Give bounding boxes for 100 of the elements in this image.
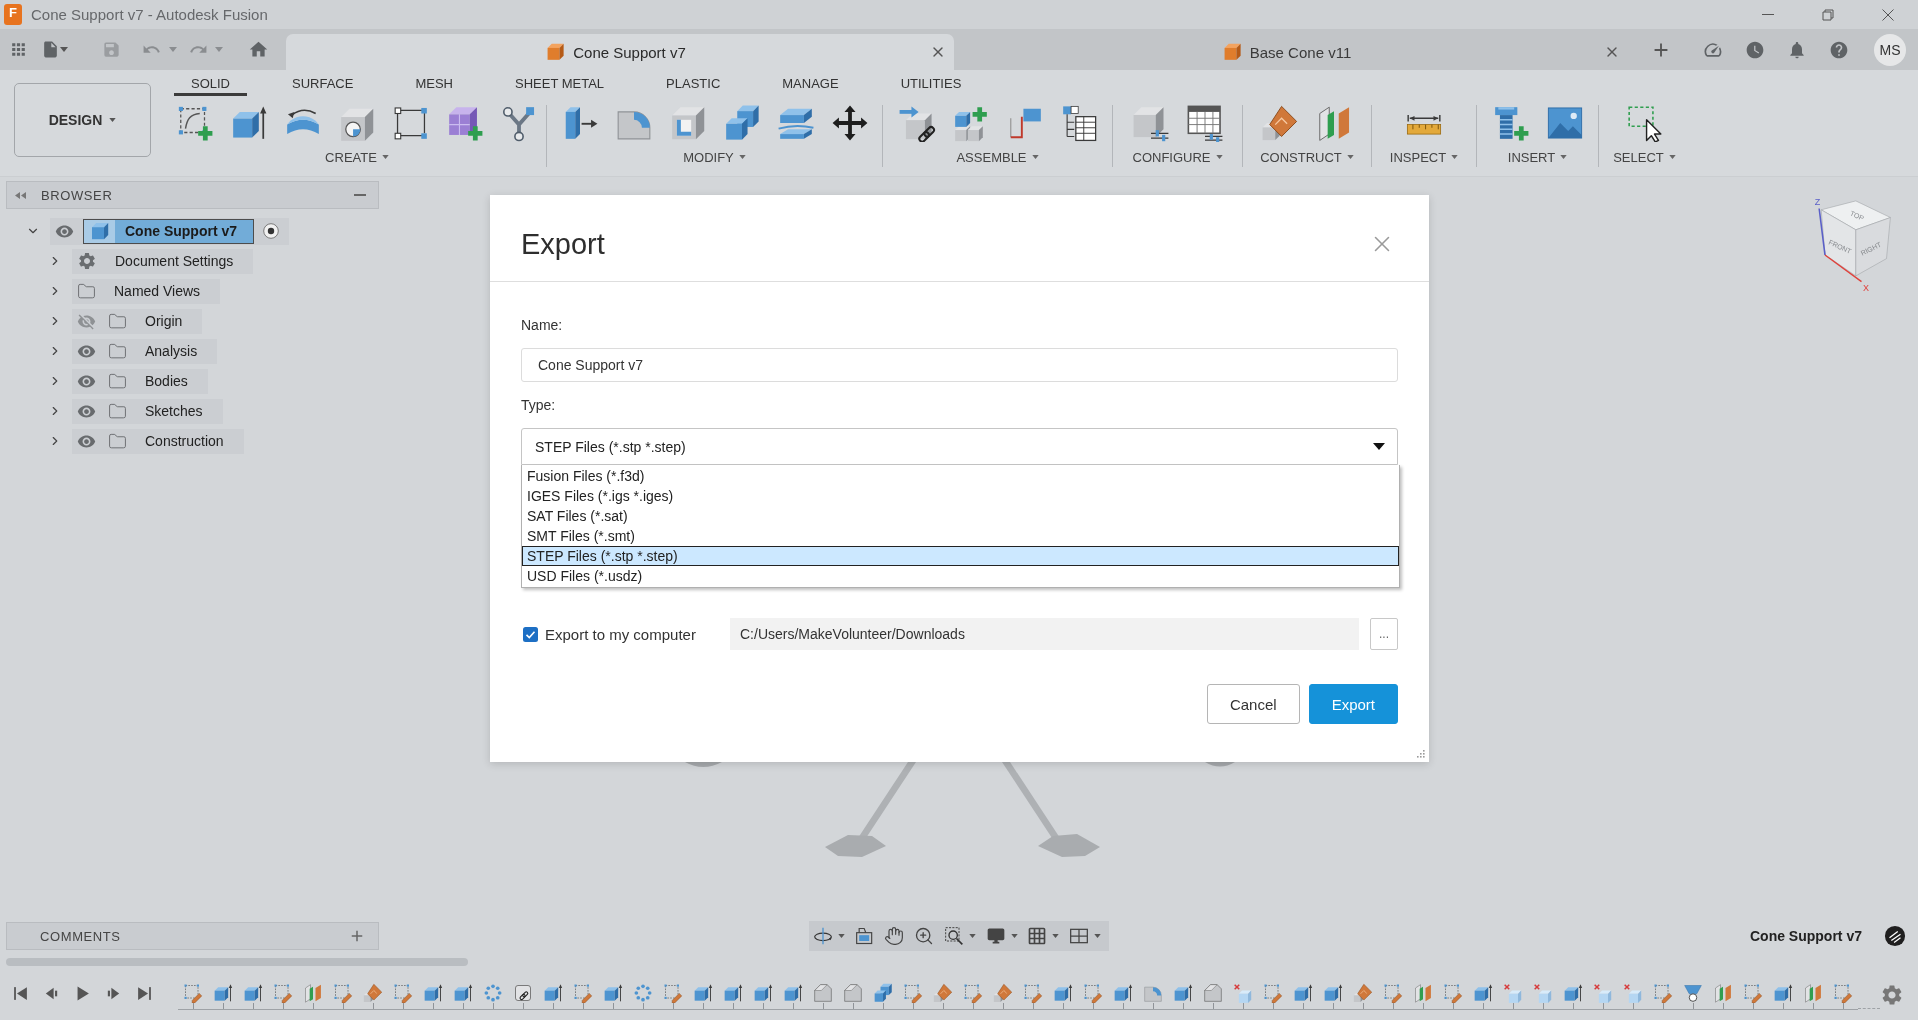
apps-grid-icon[interactable] <box>9 40 28 59</box>
box-arrow-up-icon[interactable] <box>543 983 563 1003</box>
sketch-pencil-icon[interactable] <box>1023 983 1043 1003</box>
parallel-planes-icon[interactable] <box>303 983 323 1003</box>
box-arrow-up-icon[interactable] <box>783 983 803 1003</box>
toolbar-group-menu[interactable]: INSPECT <box>1387 148 1461 166</box>
sketch-pencil-icon[interactable] <box>1263 983 1283 1003</box>
cut-corner-box-icon[interactable] <box>1203 983 1223 1003</box>
document-tab[interactable]: Cone Support v7 <box>286 34 954 70</box>
toolbar-tab[interactable]: SOLID <box>174 70 247 96</box>
box-cross-icon[interactable] <box>1593 983 1613 1003</box>
folder-path-field[interactable]: C:/Users/MakeVolunteer/Downloads <box>730 618 1360 650</box>
parallel-planes-icon[interactable] <box>1713 983 1733 1003</box>
image-icon[interactable] <box>1545 104 1584 142</box>
parallel-planes-icon[interactable] <box>1803 983 1823 1003</box>
toolbar-group-menu[interactable]: SELECT <box>1611 148 1678 166</box>
bell-icon[interactable] <box>1787 39 1807 60</box>
link-box-icon[interactable] <box>513 983 533 1003</box>
box-arrow-up-icon[interactable] <box>1323 983 1343 1003</box>
toolbar-group-menu[interactable]: CREATE <box>323 148 391 166</box>
sketch-frame-plus-icon[interactable] <box>176 104 214 142</box>
cut-corner-box-icon[interactable] <box>813 983 833 1003</box>
type-select[interactable]: STEP Files (*.stp *.step) <box>521 428 1398 465</box>
toolbar-tab[interactable]: SURFACE <box>275 70 371 96</box>
close-icon[interactable] <box>1882 8 1894 21</box>
checkbox[interactable] <box>523 626 538 642</box>
toolbar-tab[interactable]: UTILITIES <box>883 70 979 96</box>
dropdown-option[interactable]: SAT Files (*.sat) <box>522 506 1399 526</box>
box-arrow-up-icon[interactable] <box>213 983 233 1003</box>
tree-item[interactable]: Sketches <box>72 398 223 424</box>
box-arrow-up-icon[interactable] <box>1293 983 1313 1003</box>
help-icon[interactable] <box>1829 39 1849 60</box>
toolbar-group-menu[interactable]: ASSEMBLE <box>954 148 1041 166</box>
sketch-pencil-icon[interactable] <box>393 983 413 1003</box>
cut-corner-box-icon[interactable] <box>843 983 863 1003</box>
tree-item[interactable]: Analysis <box>72 338 218 364</box>
toolbar-tab[interactable]: MANAGE <box>765 70 856 96</box>
toolbar-tab[interactable]: MESH <box>398 70 470 96</box>
home-icon[interactable] <box>248 39 269 60</box>
double-caret-left-icon[interactable] <box>15 191 26 199</box>
table-sliders-icon[interactable] <box>1185 104 1224 142</box>
box-arrow-up-icon[interactable] <box>1563 983 1583 1003</box>
box-arrow-up-icon[interactable] <box>753 983 773 1003</box>
zoom-icon[interactable] <box>914 926 935 946</box>
dropdown-option[interactable]: IGES Files (*.igs *.iges) <box>522 486 1399 506</box>
box-arrow-up-icon[interactable] <box>723 983 743 1003</box>
box-arrow-up-icon[interactable] <box>453 983 473 1003</box>
dropdown-option[interactable]: SMT Files (*.smt) <box>522 526 1399 546</box>
box-arrow-up-icon[interactable] <box>230 104 268 142</box>
browse-button[interactable]: ... <box>1370 618 1398 650</box>
radio-icon[interactable] <box>263 223 279 239</box>
toolbar-tab[interactable]: PLASTIC <box>649 70 738 96</box>
sketch-pencil-icon[interactable] <box>1383 983 1403 1003</box>
toolbar-group-menu[interactable]: INSERT <box>1505 148 1570 166</box>
box-cross-icon[interactable] <box>1533 983 1553 1003</box>
box-arrow-up-icon[interactable] <box>1773 983 1793 1003</box>
grid-icon[interactable] <box>1027 926 1048 946</box>
box-arrow-up-icon[interactable] <box>1053 983 1073 1003</box>
orbit-icon[interactable] <box>813 926 833 946</box>
plane-on-box-icon[interactable] <box>1261 104 1299 142</box>
box-arrow-up-icon[interactable] <box>1113 983 1133 1003</box>
dropdown-option[interactable]: STEP Files (*.stp *.step) <box>522 546 1399 566</box>
settings-icon[interactable] <box>1880 983 1904 1007</box>
dropdown-option[interactable]: USD Files (*.usdz) <box>522 566 1399 586</box>
stacked-cubes-icon[interactable] <box>873 983 893 1003</box>
selection-cursor-icon[interactable] <box>1625 104 1664 142</box>
square-pattern-icon[interactable] <box>392 104 430 142</box>
sketch-pencil-icon[interactable] <box>333 983 353 1003</box>
cube-grid-plus-icon[interactable] <box>446 104 484 142</box>
plane-on-box-icon[interactable] <box>993 983 1013 1003</box>
display-icon[interactable] <box>985 926 1006 946</box>
tree-item[interactable]: Construction <box>72 428 244 454</box>
dropdown-option[interactable]: Fusion Files (*.f3d) <box>522 466 1399 486</box>
move-icon[interactable] <box>830 104 869 142</box>
clock-icon[interactable] <box>1745 39 1765 60</box>
tree-item[interactable]: Bodies <box>72 368 208 394</box>
user-avatar[interactable]: MS <box>1874 33 1906 66</box>
box-cross-icon[interactable] <box>1233 983 1253 1003</box>
funnel-circle-icon[interactable] <box>1683 983 1703 1003</box>
toolbar-tab[interactable]: SHEET METAL <box>498 70 622 96</box>
skip-to-end-icon[interactable] <box>136 984 153 1002</box>
box-arrow-up-icon[interactable] <box>423 983 443 1003</box>
sketch-pencil-icon[interactable] <box>663 983 683 1003</box>
plane-on-box-icon[interactable] <box>363 983 383 1003</box>
skip-to-start-icon[interactable] <box>12 984 29 1002</box>
tree-item[interactable]: Named Views <box>72 278 221 304</box>
workspace-button[interactable]: DESIGN <box>14 83 151 157</box>
pan-hand-icon[interactable] <box>884 926 905 946</box>
caret-down-icon[interactable] <box>1373 443 1385 450</box>
box-link-icon[interactable] <box>897 104 936 142</box>
box-cross-icon[interactable] <box>1623 983 1643 1003</box>
plane-on-box-icon[interactable] <box>1353 983 1373 1003</box>
restore-icon[interactable] <box>1822 8 1834 21</box>
box-arrow-up-icon[interactable] <box>693 983 713 1003</box>
toolbar-group-menu[interactable]: CONSTRUCT <box>1258 148 1356 166</box>
circle-stripes-icon[interactable] <box>1884 925 1906 947</box>
sketch-pencil-icon[interactable] <box>1653 983 1673 1003</box>
toolbar-group-menu[interactable]: MODIFY <box>681 148 748 166</box>
toolbar-group-menu[interactable]: CONFIGURE <box>1130 148 1225 166</box>
box-arrow-up-icon[interactable] <box>1473 983 1493 1003</box>
